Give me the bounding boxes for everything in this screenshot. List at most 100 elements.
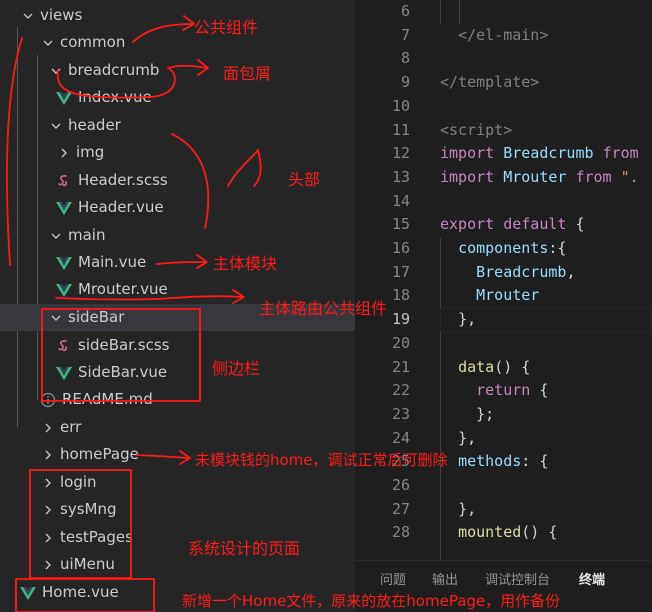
code-token: Mrouter — [476, 286, 540, 305]
chevron-down-icon[interactable] — [48, 112, 64, 139]
annotation-pages: 系统设计的页面 — [188, 539, 301, 558]
code-token: Mrouter — [494, 167, 576, 186]
scss-file-icon — [56, 338, 72, 354]
code-token: <script> — [440, 120, 513, 139]
tree-folder[interactable]: img — [0, 139, 355, 166]
code-line[interactable]: }, — [440, 427, 476, 451]
tree-item-label: Header.vue — [78, 198, 164, 216]
tree-item-label: REAdME.md — [62, 390, 153, 408]
annotation-breadcrumb: 面包屑 — [223, 64, 272, 83]
tree-folder[interactable]: sysMng — [0, 496, 355, 523]
tree-item-label: homePage — [60, 445, 139, 463]
tree-folder[interactable]: testPages — [0, 524, 355, 551]
info-icon — [40, 392, 56, 408]
chevron-right-icon[interactable] — [40, 551, 56, 578]
tree-item-label: uiMenu — [60, 555, 115, 573]
code-line[interactable]: </el-main> — [440, 24, 548, 48]
line-number: 24 — [391, 428, 410, 447]
code-line[interactable]: import Mrouter from ". — [440, 166, 639, 190]
tree-folder[interactable]: login — [0, 469, 355, 496]
chevron-right-icon[interactable] — [40, 524, 56, 551]
tree-item-label: main — [68, 226, 106, 244]
code-token: </el-main> — [458, 25, 549, 44]
code-line[interactable]: }, — [440, 498, 476, 522]
code-line[interactable]: Mrouter — [440, 284, 539, 308]
code-line[interactable]: import Breadcrumb from — [440, 142, 639, 166]
chevron-down-icon[interactable] — [20, 2, 36, 29]
code-token: :{ — [548, 239, 567, 257]
code-line[interactable]: Breadcrumb, — [440, 261, 575, 285]
vue-file-icon — [56, 282, 72, 298]
line-number: 23 — [391, 404, 410, 423]
tree-item-label: SideBar.vue — [78, 363, 168, 381]
chevron-right-icon[interactable] — [40, 441, 56, 468]
code-line[interactable]: data() { — [440, 356, 530, 380]
tree-folder[interactable]: header — [0, 112, 355, 139]
tree-file[interactable]: REAdME.md — [0, 386, 355, 413]
tree-file[interactable]: Main.vue — [0, 249, 355, 276]
tree-item-label: sideBar.scss — [78, 336, 170, 354]
line-number: 15 — [391, 215, 410, 234]
tree-folder[interactable]: uiMenu — [0, 551, 355, 578]
chevron-right-icon[interactable] — [56, 139, 72, 166]
code-token: () { — [521, 523, 558, 542]
vue-file-icon — [56, 90, 72, 106]
code-line[interactable]: methods: { — [440, 450, 548, 474]
tab-output[interactable]: 输出 — [432, 569, 458, 588]
code-line[interactable]: }; — [440, 403, 494, 427]
code-line[interactable]: </template> — [440, 71, 539, 95]
line-number: 6 — [400, 2, 410, 20]
chevron-right-icon[interactable] — [40, 496, 56, 523]
line-number: 28 — [391, 523, 410, 542]
code-editor[interactable]: 6 7 </el-main> 8 9 </template> 10 11 <script> 1… — [355, 0, 652, 560]
code-line[interactable]: mounted() { — [440, 521, 557, 545]
line-number: 17 — [391, 262, 410, 281]
code-token: () { — [494, 357, 531, 376]
code-line[interactable]: }, — [440, 308, 476, 332]
chevron-down-icon[interactable] — [48, 222, 64, 249]
code-line[interactable]: components:{ — [440, 237, 566, 261]
line-number: 10 — [391, 96, 410, 115]
tree-file[interactable]: Index.vue — [0, 84, 355, 111]
code-token: data — [458, 357, 495, 376]
code-token: }, — [458, 310, 477, 329]
tree-folder[interactable]: err — [0, 414, 355, 441]
chevron-right-icon[interactable] — [40, 469, 56, 496]
code-line[interactable]: return { — [440, 379, 548, 403]
scss-file-icon — [56, 173, 72, 189]
tab-debug-console[interactable]: 调试控制台 — [485, 569, 550, 588]
tree-item-label: common — [60, 33, 126, 51]
tree-item-label: err — [60, 418, 82, 436]
code-line[interactable] — [440, 0, 458, 24]
tab-problems[interactable]: 问题 — [380, 569, 406, 588]
tree-folder[interactable]: breadcrumb — [0, 57, 355, 84]
tab-terminal[interactable]: 终端 — [579, 569, 605, 588]
chevron-down-icon[interactable] — [40, 29, 56, 56]
line-number: 14 — [391, 191, 410, 210]
code-line[interactable]: export default { — [440, 213, 585, 237]
code-token: components — [458, 239, 549, 257]
tree-file[interactable]: sideBar.scss — [0, 332, 355, 359]
line-number: 13 — [391, 167, 410, 186]
tree-folder[interactable]: main — [0, 222, 355, 249]
line-number: 11 — [391, 120, 410, 139]
tree-file[interactable]: SideBar.vue — [0, 359, 355, 386]
tree-folder[interactable]: views — [0, 2, 355, 29]
tree-item-label: Main.vue — [78, 253, 147, 271]
tree-item-label: testPages — [60, 528, 133, 546]
tree-folder[interactable]: common — [0, 29, 355, 56]
annotation-header: 头部 — [288, 170, 321, 189]
chevron-right-icon[interactable] — [40, 414, 56, 441]
tree-item-label: Header.scss — [78, 171, 168, 189]
code-line[interactable]: <script> — [440, 119, 512, 143]
chevron-down-icon[interactable] — [48, 57, 64, 84]
chevron-down-icon[interactable] — [48, 304, 64, 331]
tree-file[interactable]: Header.vue — [0, 194, 355, 221]
